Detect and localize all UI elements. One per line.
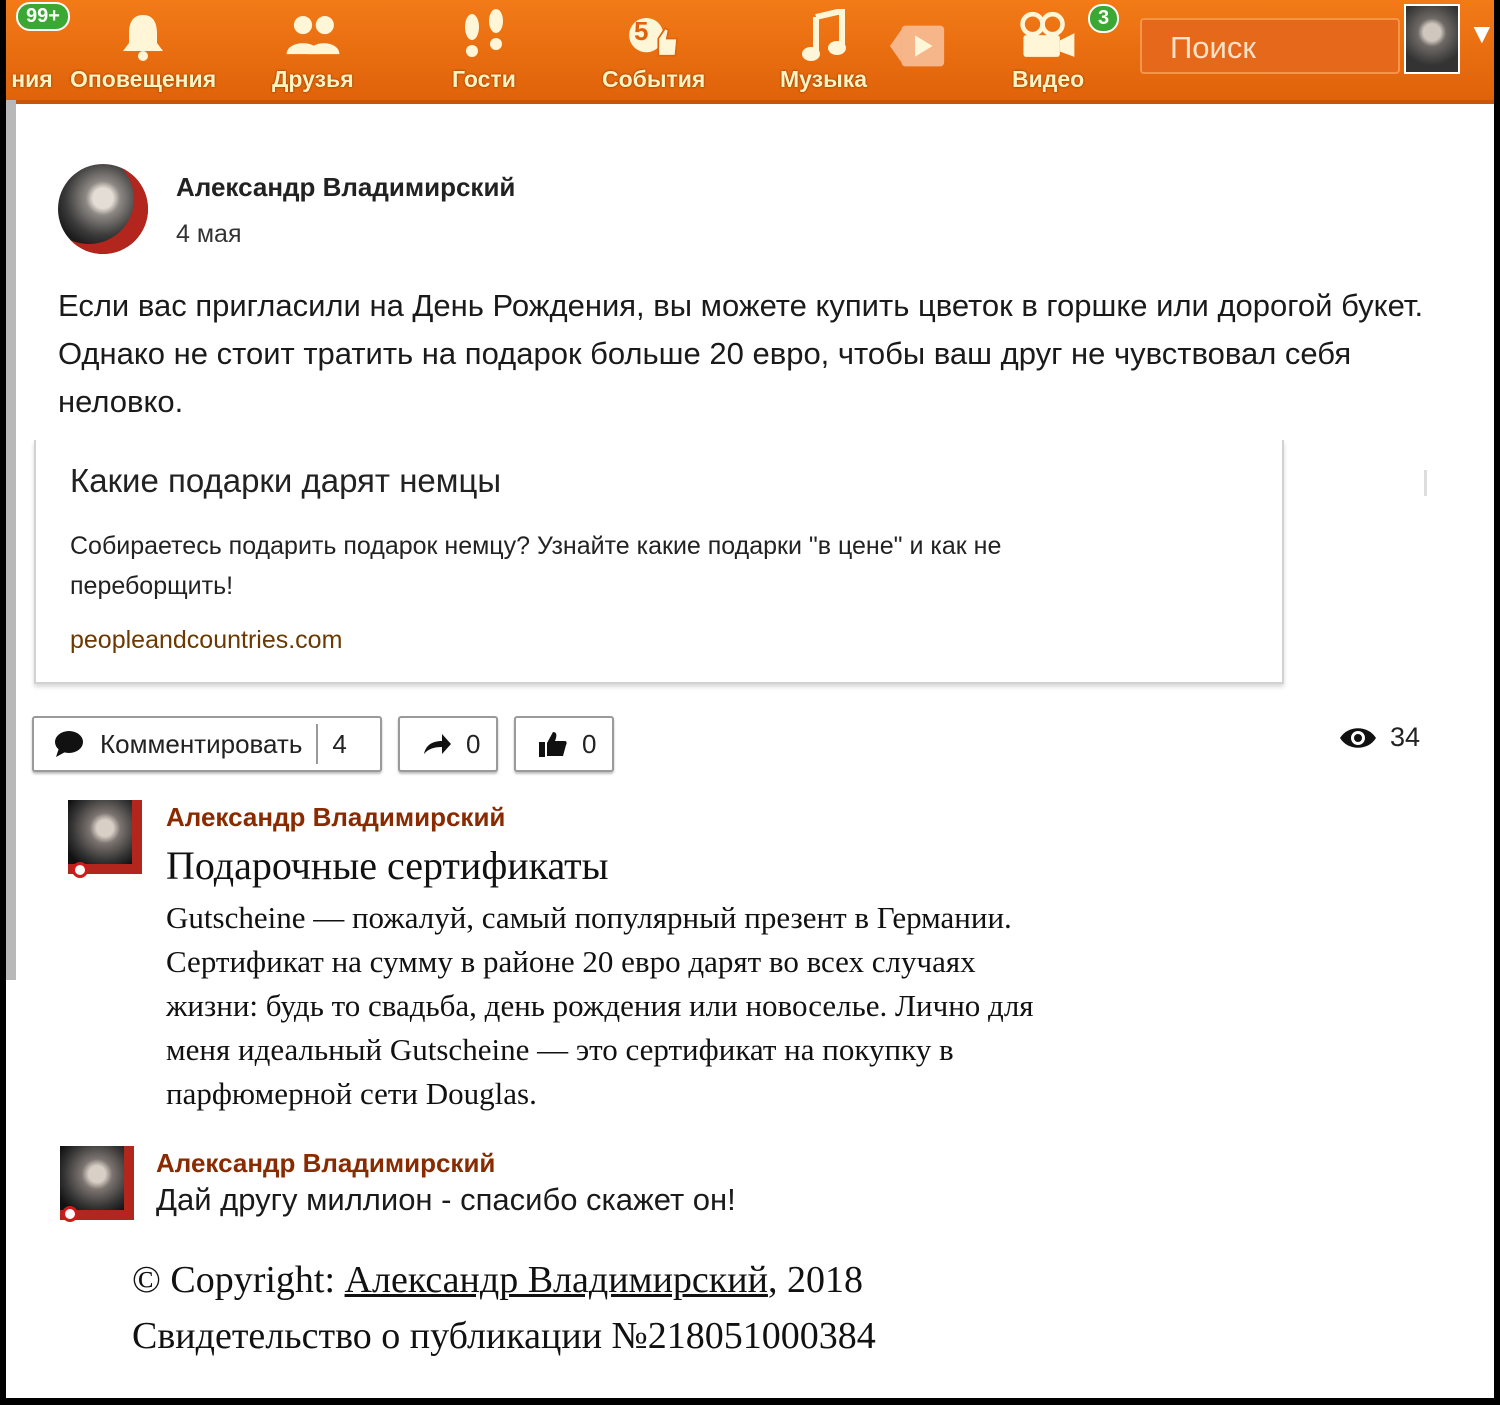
search-input[interactable]: Поиск <box>1140 18 1400 74</box>
nav-item-events[interactable]: События <box>602 8 705 98</box>
nav-label: События <box>602 66 706 92</box>
bell-icon <box>113 8 173 64</box>
speech-bubble-icon <box>54 730 84 758</box>
nav-item-guests[interactable]: Гости <box>452 8 516 98</box>
video-camera-icon <box>1018 8 1078 64</box>
thumbs-up-icon <box>624 8 684 64</box>
nav-label: Музыка <box>780 66 868 92</box>
footprints-icon <box>454 8 514 64</box>
copyright-author-link[interactable]: Александр Владимирский <box>345 1259 768 1301</box>
comment-title: Подарочные сертификаты <box>166 843 609 888</box>
publication-certificate: Свидетельство о публикации №218051000384 <box>132 1315 876 1357</box>
music-note-icon <box>794 8 854 64</box>
nav-item-play[interactable] <box>888 18 948 108</box>
play-icon <box>888 18 948 74</box>
post-text: Если вас пригласили на День Рождения, вы… <box>58 288 1424 419</box>
comment-author-name[interactable]: Александр Владимирский <box>166 802 505 833</box>
thumbs-up-icon <box>538 730 568 758</box>
nav-item-music[interactable]: Музыка <box>780 8 867 98</box>
video-badge: 3 <box>1088 4 1120 33</box>
user-avatar[interactable] <box>1404 4 1460 74</box>
friends-icon <box>283 8 343 64</box>
nav-item-notifications[interactable]: Оповещения <box>70 8 216 98</box>
author-avatar[interactable] <box>58 164 148 254</box>
comment-count: 4 <box>332 728 347 759</box>
share-arrow-icon <box>422 732 452 756</box>
nav-label: Друзья <box>272 66 354 92</box>
copyright-year: , 2018 <box>767 1259 863 1301</box>
comment-button[interactable]: Комментировать 4 <box>32 716 382 772</box>
chevron-down-icon[interactable]: ▼ <box>1468 18 1494 50</box>
views-count: 34 <box>1390 722 1421 752</box>
divider <box>1424 470 1427 496</box>
link-preview-card[interactable]: Какие подарки дарят немцы Собираетесь по… <box>34 440 1284 684</box>
online-status-dot <box>72 862 88 878</box>
comment-text: Дай другу миллион - спасибо скажет он! <box>156 1182 736 1217</box>
nav-label: Видео <box>1012 66 1085 92</box>
copyright-line: © Copyright: Александр Владимирский, 201… <box>132 1252 876 1308</box>
nav-label: ния <box>11 66 53 92</box>
nav-label: Оповещения <box>70 66 217 92</box>
comment-button-label: Комментировать <box>100 728 303 759</box>
page-frame: ния 99+ Оповещения Друзья Гости События … <box>6 0 1494 1398</box>
nav-label: Гости <box>452 66 516 92</box>
share-button[interactable]: 0 <box>398 716 498 772</box>
nav-item-video[interactable]: Видео <box>1012 8 1084 98</box>
like-count: 0 <box>582 728 597 759</box>
link-domain[interactable]: peopleandcountries.com <box>70 626 342 655</box>
copyright-prefix: © Copyright: <box>132 1259 345 1301</box>
divider <box>316 724 319 764</box>
copyright-block: © Copyright: Александр Владимирский, 201… <box>132 1252 876 1364</box>
events-count: 5 <box>634 16 649 46</box>
comment-text: Gutscheine — пожалуй, самый популярный п… <box>166 900 1034 1111</box>
comment-author-name[interactable]: Александр Владимирский <box>156 1148 495 1179</box>
left-rail <box>6 100 16 980</box>
post-date: 4 мая <box>176 220 242 248</box>
online-status-dot <box>62 1206 78 1222</box>
top-navigation-bar: ния 99+ Оповещения Друзья Гости События … <box>6 0 1494 104</box>
nav-item-friends[interactable]: Друзья <box>272 8 354 98</box>
views-counter: 34 <box>1338 722 1420 753</box>
link-title[interactable]: Какие подарки дарят немцы <box>70 462 501 500</box>
post-author-name[interactable]: Александр Владимирский <box>176 172 515 203</box>
link-description: Собираетесь подарить подарок немцу? Узна… <box>70 532 1002 600</box>
messages-badge: 99+ <box>16 2 70 31</box>
eye-icon <box>1338 725 1378 751</box>
share-count: 0 <box>466 728 481 759</box>
like-button[interactable]: 0 <box>514 716 614 772</box>
